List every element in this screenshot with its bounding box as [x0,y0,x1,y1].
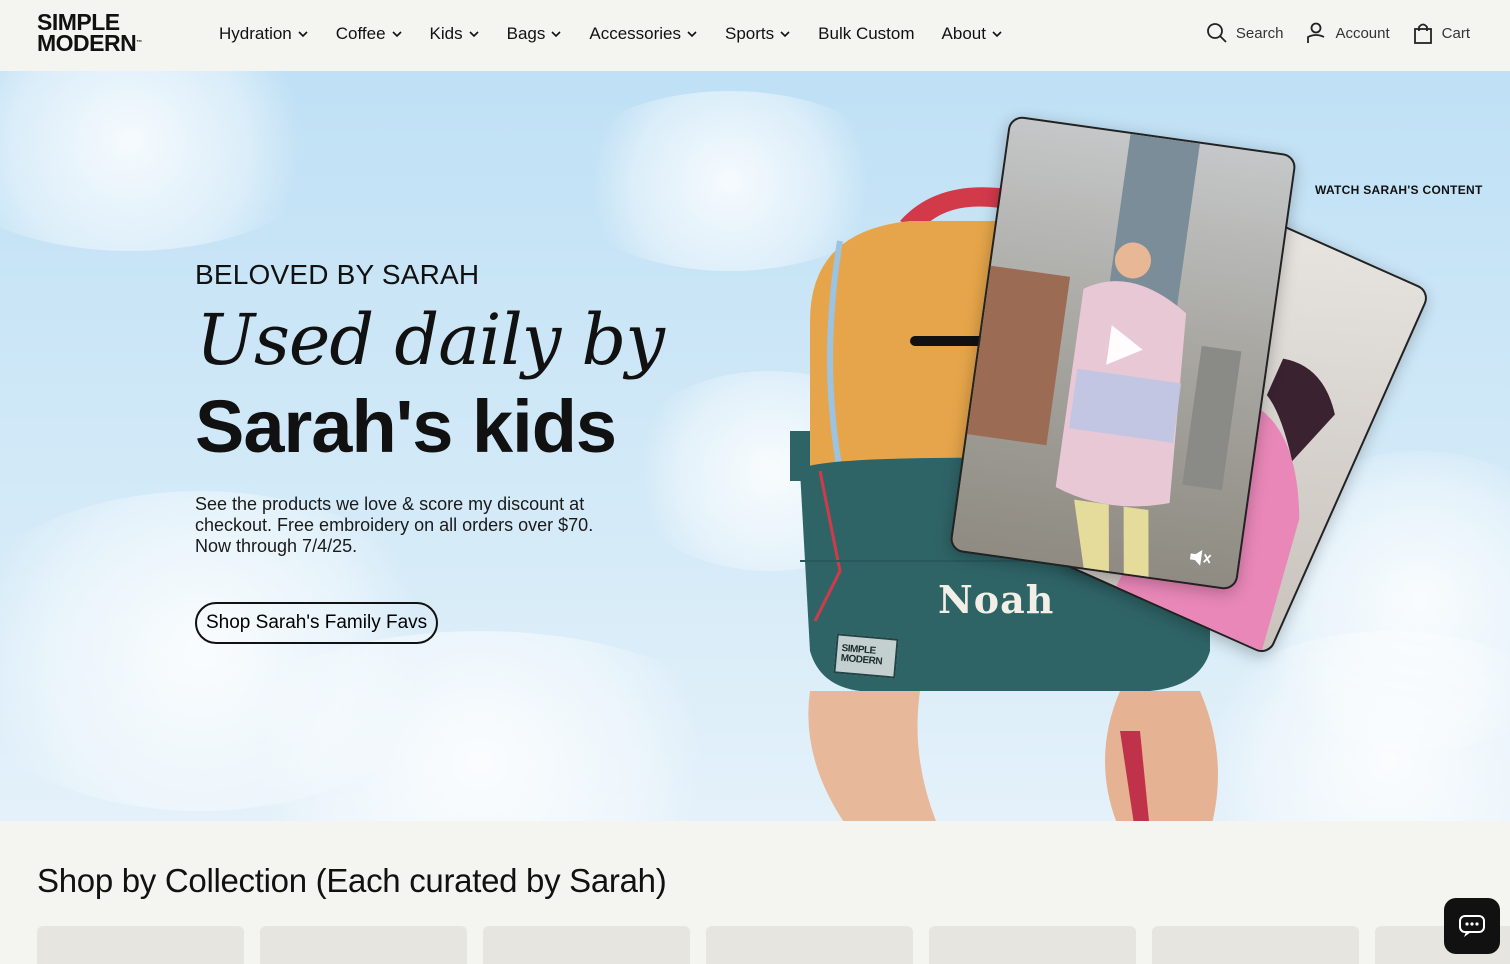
patch-label: SIMPLE MODERN [833,633,899,679]
collection-title: Shop by Collection (Each curated by Sara… [37,862,667,899]
cart-label: Cart [1441,24,1470,42]
header-utilities: Search Account Cart [1206,22,1470,44]
brand-line2: MODERN [37,30,137,56]
search-icon [1207,23,1227,43]
nav-label: About [941,24,986,43]
chevron-down-icon [780,31,790,38]
account-button[interactable]: Account [1305,22,1390,44]
site-header: SIMPLE MODERN™ Hydration Coffee Kids Bag… [0,0,1510,71]
cart-icon [1413,23,1432,44]
cloud-decoration [0,71,340,251]
search-label: Search [1235,24,1284,42]
nav-item-about[interactable]: About [942,22,1003,46]
watch-sarah-content-link[interactable]: WATCH SARAH'S CONTENT [1315,183,1483,197]
collection-tile[interactable] [706,926,913,964]
nav-item-hydration[interactable]: Hydration [219,22,309,46]
nav-label: Sports [725,24,775,43]
hero-banner: BELOVED BY SARAH Used daily by Sarah's k… [0,71,1510,821]
brand-tm: ™ [136,40,142,46]
nav-label: Hydration [219,24,292,43]
hero-headline-bold: Sarah's kids [195,385,617,468]
collection-tiles [37,926,1510,964]
chat-button[interactable] [1444,898,1500,954]
hero-headline-italic: Used daily by [196,299,665,381]
account-label: Account [1335,24,1390,42]
nav-item-kids[interactable]: Kids [430,22,480,46]
cart-button[interactable]: Cart [1412,22,1470,44]
collection-tile[interactable] [929,926,1136,964]
chevron-down-icon [298,31,308,38]
nav-label: Bulk Custom [818,24,915,43]
account-icon [1307,22,1325,43]
chat-icon [1459,915,1485,937]
main-nav: Hydration Coffee Kids Bags Accessories S… [219,22,1030,46]
nav-item-sports[interactable]: Sports [725,22,791,46]
nav-item-bulk-custom[interactable]: Bulk Custom [818,22,914,46]
collection-tile[interactable] [260,926,467,964]
nav-item-coffee[interactable]: Coffee [336,22,403,46]
chevron-down-icon [469,31,479,38]
chevron-down-icon [551,31,561,38]
hero-description: See the products we love & score my disc… [195,494,594,556]
nav-label: Coffee [335,24,386,43]
chevron-down-icon [687,31,697,38]
nav-label: Bags [506,24,546,43]
nav-label: Accessories [589,24,682,43]
nav-label: Kids [429,24,463,43]
chevron-down-icon [391,31,402,38]
embroidered-name: Noah [938,577,1055,622]
collection-tile[interactable] [483,926,690,964]
search-button[interactable]: Search [1206,22,1284,44]
collection-tile[interactable] [37,926,244,964]
shop-family-favs-button[interactable]: Shop Sarah's Family Favs [195,602,439,644]
mute-icon[interactable] [1187,546,1214,569]
collection-tile[interactable] [1152,926,1359,964]
video-card-main[interactable] [948,114,1298,592]
nav-item-bags[interactable]: Bags [507,22,563,46]
play-icon[interactable] [1102,323,1148,372]
brand-logo[interactable]: SIMPLE MODERN™ [37,11,162,56]
nav-item-accessories[interactable]: Accessories [589,22,698,46]
chevron-down-icon [992,31,1002,38]
hero-eyebrow: BELOVED BY SARAH [195,259,480,290]
